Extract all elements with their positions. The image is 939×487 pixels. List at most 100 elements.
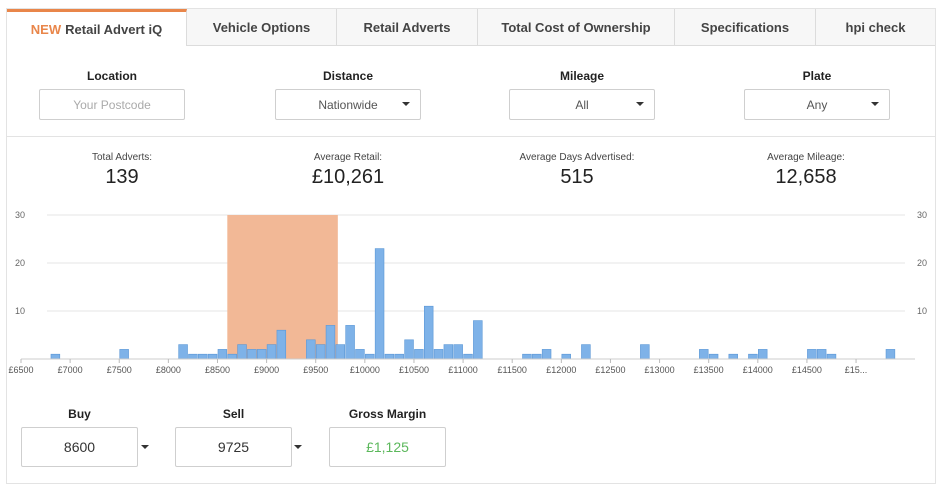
histogram-bar [708, 353, 719, 360]
histogram-bar [188, 353, 198, 360]
tab-retail-advert-iq[interactable]: NEW Retail Advert iQ [7, 9, 187, 46]
stat-value: 12,658 [775, 166, 837, 188]
tab-specifications[interactable]: Specifications [675, 9, 816, 45]
x-tick-label: £8000 [156, 365, 181, 375]
histogram-bar [443, 344, 454, 360]
histogram-bar [394, 353, 404, 360]
sell-caret-down-icon[interactable] [294, 445, 302, 449]
histogram-bar [532, 353, 542, 360]
mileage-value: All [575, 97, 589, 112]
histogram-bar [748, 353, 758, 360]
x-tick-label: £13000 [645, 365, 675, 375]
x-tick-label: £14000 [743, 365, 773, 375]
new-badge: NEW [30, 21, 62, 37]
y-tick-label-left: 30 [15, 210, 25, 220]
x-tick-label: £14500 [792, 365, 822, 375]
distance-value: Nationwide [318, 97, 378, 112]
x-tick-label: £9500 [303, 365, 328, 375]
histogram-bar [473, 320, 483, 360]
histogram-bar [581, 344, 591, 360]
sell-control: Sell 9725 [175, 407, 292, 467]
mileage-label: Mileage [559, 69, 604, 83]
histogram-bar [816, 349, 827, 360]
tab-retail-adverts[interactable]: Retail Adverts [337, 9, 478, 45]
distance-label: Distance [322, 69, 374, 83]
y-tick-label-left: 10 [15, 306, 25, 316]
x-tick-label: £15... [845, 365, 868, 375]
tab-bar: NEW Retail Advert iQ Vehicle Options Ret… [7, 9, 935, 46]
tab-label: hpi check [845, 19, 906, 35]
buy-caret-down-icon[interactable] [141, 445, 149, 449]
mileage-filter: Mileage All [509, 69, 655, 120]
gross-margin-control: Gross Margin £1,125 [329, 407, 446, 467]
histogram-bar [247, 349, 257, 360]
plate-select[interactable]: Any [744, 89, 890, 120]
histogram-bar [217, 349, 228, 360]
price-histogram-chart: 10 10 20 20 30 30 £6500 £7000 £7500 £8000 £8500 £90… [8, 210, 927, 375]
distance-filter: Distance Nationwide [275, 69, 421, 120]
stat-label: Average Mileage: [767, 152, 845, 163]
histogram-bar [227, 353, 237, 360]
histogram-bar [119, 349, 129, 360]
plate-filter: Plate Any [744, 69, 890, 120]
histogram-bar [365, 353, 375, 360]
histogram-bar [374, 248, 385, 360]
stat-label: Total Adverts: [91, 152, 153, 163]
location-filter: Location Your Postcode [39, 69, 185, 120]
histogram-bar [826, 353, 837, 360]
plate-value: Any [806, 97, 828, 112]
x-tick-label: £8500 [205, 365, 230, 375]
section-divider [7, 136, 935, 137]
sell-label: Sell [222, 407, 245, 421]
sell-input[interactable]: 9725 [175, 427, 292, 467]
x-tick-label: £11500 [498, 365, 527, 375]
tab-total-cost-of-ownership[interactable]: Total Cost of Ownership [478, 9, 675, 45]
histogram-bar [256, 349, 267, 360]
x-tick-label: £7000 [58, 365, 83, 375]
buy-label: Buy [68, 407, 91, 421]
stat-value: 139 [105, 166, 139, 188]
tab-hpi-check[interactable]: hpi check [816, 9, 935, 45]
mileage-select[interactable]: All [509, 89, 655, 120]
x-tick-label: £12000 [546, 365, 576, 375]
histogram-bar [404, 339, 414, 360]
y-tick-label-right: 20 [917, 258, 927, 268]
histogram-bar [266, 344, 277, 360]
histogram-bar [463, 353, 473, 360]
x-tick-label: £13500 [694, 365, 724, 375]
stat-label: Average Retail: [313, 152, 383, 163]
average-mileage-stat: Average Mileage: 12,658 [706, 152, 906, 189]
tab-vehicle-options[interactable]: Vehicle Options [187, 9, 337, 45]
x-tick-label: £12500 [595, 365, 625, 375]
average-retail-stat: Average Retail: £10,261 [248, 152, 448, 189]
y-tick-label-right: 30 [917, 210, 927, 220]
histogram-bar [276, 329, 287, 360]
buy-input[interactable]: 8600 [21, 427, 138, 467]
histogram-bar [522, 353, 532, 360]
distance-select[interactable]: Nationwide [275, 89, 421, 120]
histogram-bar [640, 344, 650, 360]
histogram-bar [306, 339, 316, 360]
tab-label: Retail Advert iQ [65, 21, 163, 37]
total-adverts-stat: Total Adverts: 139 [22, 152, 222, 189]
histogram-bar [325, 325, 336, 360]
histogram-bar [178, 344, 188, 360]
x-tick-label: £10000 [350, 365, 380, 375]
caret-down-icon [871, 102, 879, 106]
postcode-input[interactable]: Your Postcode [39, 89, 185, 120]
histogram-bar [384, 353, 395, 360]
histogram-bar [423, 305, 434, 360]
histogram-bar [207, 353, 218, 360]
caret-down-icon [636, 102, 644, 106]
x-tick-label: £6500 [8, 365, 33, 375]
histogram-bar [198, 353, 208, 360]
retail-advert-iq-panel: NEW Retail Advert iQ Vehicle Options Ret… [6, 8, 936, 484]
histogram-bar [758, 349, 768, 360]
histogram-bar [345, 325, 355, 360]
location-label: Location [87, 69, 137, 83]
plate-label: Plate [802, 69, 832, 83]
histogram-bar [807, 349, 817, 360]
caret-down-icon [402, 102, 410, 106]
tab-label: Specifications [700, 19, 790, 35]
histogram-bar [699, 349, 709, 360]
